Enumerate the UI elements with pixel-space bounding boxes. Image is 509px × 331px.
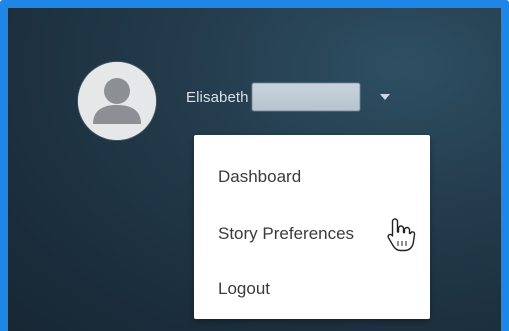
user-dropdown-menu: Dashboard Story Preferences Logout	[194, 135, 430, 319]
menu-item-dashboard[interactable]: Dashboard	[194, 157, 430, 197]
caret-down-icon[interactable]	[379, 94, 390, 100]
app-header: Elisabeth Dashboard Story Preferences Lo…	[0, 0, 509, 331]
user-menu-toggle[interactable]: Elisabeth	[186, 80, 390, 114]
user-name: Elisabeth	[186, 88, 249, 106]
menu-item-story-preferences[interactable]: Story Preferences	[194, 214, 430, 254]
avatar[interactable]	[78, 62, 156, 140]
menu-item-logout[interactable]: Logout	[194, 269, 430, 309]
redacted-surname	[251, 83, 360, 111]
user-silhouette-icon	[78, 62, 156, 140]
